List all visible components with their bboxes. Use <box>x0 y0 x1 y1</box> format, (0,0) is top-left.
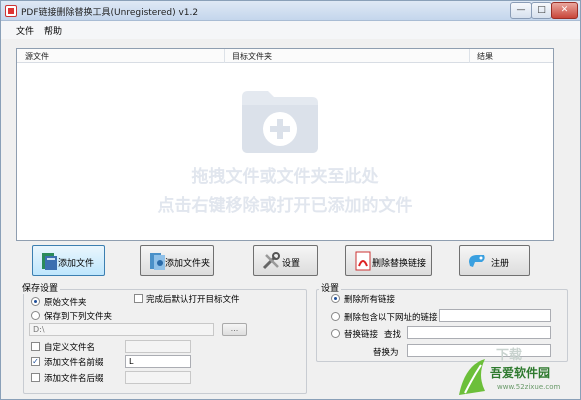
delete-containing-label[interactable]: 删除包含以下网址的链接 <box>344 311 438 323</box>
open-after-label[interactable]: 完成后默认打开目标文件 <box>146 293 240 305</box>
replace-with-label: 替换为 <box>373 348 399 358</box>
save-to-folder-radio[interactable] <box>31 311 40 320</box>
tools-icon <box>262 252 280 270</box>
column-source-file[interactable]: 源文件 <box>25 51 49 62</box>
watermark-url: www.52zixue.com <box>497 383 561 391</box>
add-folder-button[interactable]: 添加文件夹 <box>140 245 214 276</box>
drop-hint-line2: 点击右键移除或打开已添加的文件 <box>157 196 413 216</box>
drop-hint-line1: 拖拽文件或文件夹至此处 <box>191 167 379 187</box>
column-divider[interactable] <box>469 49 470 63</box>
delete-replace-links-button[interactable]: 删除替换链接 <box>345 245 432 276</box>
save-to-folder-label[interactable]: 保存到下列文件夹 <box>44 310 112 322</box>
add-prefix-checkbox[interactable]: ✓ <box>31 357 40 366</box>
window-title: PDF链接删除替换工具(Unregistered) v1.2 <box>21 8 199 18</box>
menu-help[interactable]: 帮助 <box>44 24 62 37</box>
register-label: 注册 <box>491 259 510 269</box>
add-file-label: 添加文件 <box>58 259 95 269</box>
column-target-folder[interactable]: 目标文件夹 <box>232 51 272 62</box>
delete-replace-links-label: 删除替换链接 <box>372 259 427 269</box>
replace-link-radio[interactable] <box>331 329 340 338</box>
pdf-icon <box>355 251 371 271</box>
find-input[interactable] <box>407 326 551 339</box>
save-settings-title: 保存设置 <box>20 281 61 294</box>
original-folder-radio[interactable] <box>31 297 40 306</box>
column-result[interactable]: 结果 <box>477 51 493 62</box>
add-file-button[interactable]: 添加文件 <box>32 245 105 276</box>
file-list[interactable]: 源文件 目标文件夹 结果 拖拽文件或文件夹至此处 点击右键移除或打开已添加的文件 <box>16 48 554 241</box>
close-button[interactable]: ✕ <box>551 2 578 19</box>
watermark-logo-text: 吾爱软件园 <box>490 366 551 380</box>
settings-label: 设置 <box>282 259 301 269</box>
title-bar[interactable]: PDF链接删除替换工具(Unregistered) v1.2 — □ ✕ <box>1 1 580 21</box>
pdf-app-icon <box>5 5 17 17</box>
custom-name-label[interactable]: 自定义文件名 <box>44 341 95 353</box>
register-button[interactable]: 注册 <box>459 245 530 276</box>
open-after-checkbox[interactable] <box>134 294 143 303</box>
folder-add-icon <box>242 91 318 153</box>
delete-url-input[interactable] <box>439 309 551 322</box>
find-label: 查找 <box>384 330 402 340</box>
menu-file[interactable]: 文件 <box>16 24 34 37</box>
add-folder-label: 添加文件夹 <box>165 259 211 269</box>
add-suffix-label[interactable]: 添加文件名后缀 <box>44 372 104 384</box>
list-header: 源文件 目标文件夹 结果 <box>17 49 553 63</box>
prefix-input[interactable]: L <box>125 355 191 368</box>
custom-name-checkbox[interactable] <box>31 342 40 351</box>
maximize-button[interactable]: □ <box>531 2 552 19</box>
browse-folder-button[interactable]: ... <box>222 323 247 336</box>
settings-button[interactable]: 设置 <box>253 245 318 276</box>
settings-group-title: 设置 <box>319 281 342 294</box>
original-folder-label[interactable]: 原始文件夹 <box>44 296 87 308</box>
suffix-input[interactable] <box>125 371 191 384</box>
minimize-button[interactable]: — <box>510 2 532 19</box>
menu-bar: 文件 帮助 <box>1 21 580 39</box>
custom-name-input[interactable] <box>125 340 191 353</box>
column-divider[interactable] <box>224 49 225 63</box>
folder-path-input[interactable]: D:\ <box>29 323 214 336</box>
delete-all-links-radio[interactable] <box>331 294 340 303</box>
replace-link-label[interactable]: 替换链接 <box>344 328 378 340</box>
delete-containing-radio[interactable] <box>331 312 340 321</box>
register-icon <box>469 255 485 267</box>
add-prefix-label[interactable]: 添加文件名前缀 <box>44 356 104 368</box>
delete-all-links-label[interactable]: 删除所有链接 <box>344 293 395 305</box>
app-window: PDF链接删除替换工具(Unregistered) v1.2 — □ ✕ 文件 … <box>0 0 581 400</box>
add-suffix-checkbox[interactable] <box>31 373 40 382</box>
